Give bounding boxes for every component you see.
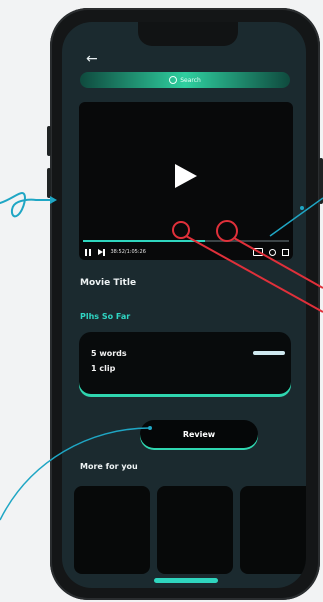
progress-bar[interactable]: [83, 240, 289, 242]
pause-icon[interactable]: [85, 248, 92, 256]
recommendation-tile[interactable]: [240, 486, 306, 574]
search-bar[interactable]: Search: [80, 72, 290, 88]
gear-icon[interactable]: [269, 248, 276, 256]
summary-card[interactable]: 5 words 1 clip: [79, 332, 291, 394]
review-button[interactable]: Review: [140, 420, 258, 448]
progress-fill: [83, 240, 205, 242]
more-for-you-label: More for you: [80, 462, 138, 471]
search-icon: [169, 76, 178, 84]
phone-notch: [138, 22, 238, 46]
summary-words: 5 words: [91, 349, 127, 358]
phone-frame: ← Search 38:52/1:05:26 Movie Title Plhs …: [47, 8, 323, 600]
recommendation-tile[interactable]: [74, 486, 150, 574]
arrow-left-icon[interactable]: ←: [86, 52, 98, 66]
app-screen: ← Search 38:52/1:05:26 Movie Title Plhs …: [62, 22, 306, 588]
time-display: 38:52/1:05:26: [110, 249, 146, 255]
next-icon[interactable]: [98, 248, 105, 256]
summary-clips: 1 clip: [91, 364, 116, 373]
recommendation-tile[interactable]: [157, 486, 233, 574]
summary-pill: [253, 351, 285, 355]
section-label: Plhs So Far: [80, 312, 131, 321]
video-player[interactable]: 38:52/1:05:26: [79, 102, 293, 260]
phone-side-button: [47, 168, 51, 198]
movie-title: Movie Title: [80, 278, 137, 288]
home-indicator: [154, 578, 218, 583]
play-icon[interactable]: [175, 164, 197, 188]
phone-side-button: [319, 158, 323, 204]
fullscreen-icon[interactable]: [282, 248, 289, 256]
captions-icon[interactable]: [253, 248, 263, 256]
player-controls: 38:52/1:05:26: [85, 247, 289, 257]
search-placeholder: Search: [180, 76, 201, 84]
phone-side-button: [47, 126, 51, 156]
